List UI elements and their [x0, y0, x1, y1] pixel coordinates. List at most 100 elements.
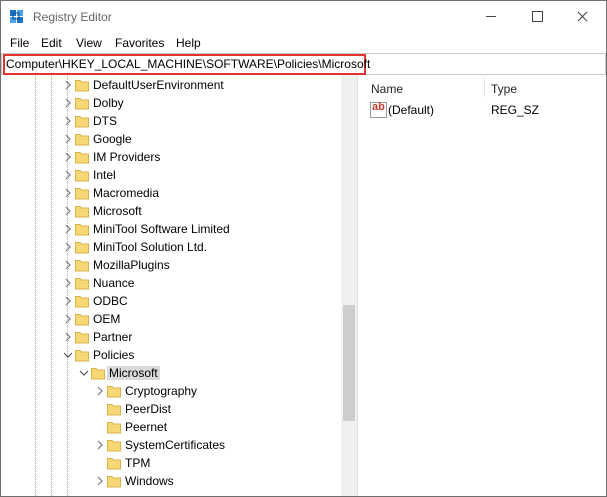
tree-item[interactable]: OEM: [1, 310, 341, 328]
tree-item[interactable]: Dolby: [1, 94, 341, 112]
open-folder-icon: [91, 366, 105, 380]
tree-item-label: DefaultUserEnvironment: [93, 78, 224, 92]
tree-item[interactable]: MozillaPlugins: [1, 256, 341, 274]
chevron-right-icon[interactable]: [63, 277, 73, 289]
tree-item[interactable]: Macromedia: [1, 184, 341, 202]
folder-icon: [75, 312, 89, 326]
chevron-right-icon[interactable]: [63, 115, 73, 127]
tree-item[interactable]: PeerDist: [1, 400, 341, 418]
tree-item[interactable]: IM Providers: [1, 148, 341, 166]
tree-item-label: MiniTool Solution Ltd.: [93, 240, 208, 254]
folder-icon: [75, 204, 89, 218]
tree-item[interactable]: Microsoft: [1, 364, 341, 382]
values-pane: Name Type ab (Default) REG_SZ: [363, 75, 606, 496]
tree-item-label: Macromedia: [93, 186, 160, 200]
minimize-button[interactable]: [468, 1, 514, 32]
tree-item[interactable]: DTS: [1, 112, 341, 130]
chevron-right-icon[interactable]: [63, 295, 73, 307]
chevron-right-icon[interactable]: [63, 331, 73, 343]
value-row[interactable]: ab (Default) REG_SZ: [363, 101, 606, 119]
chevron-right-icon[interactable]: [63, 133, 73, 145]
folder-icon: [75, 258, 89, 272]
tree-item-label: Microsoft: [107, 366, 160, 380]
maximize-button[interactable]: [514, 1, 560, 32]
registry-editor-app-icon: [10, 10, 25, 25]
tree-item[interactable]: MiniTool Solution Ltd.: [1, 238, 341, 256]
chevron-right-icon[interactable]: [63, 187, 73, 199]
tree-item[interactable]: Peernet: [1, 418, 341, 436]
tree-item[interactable]: Nuance: [1, 274, 341, 292]
menu-view[interactable]: View: [76, 36, 102, 50]
folder-icon: [75, 78, 89, 92]
tree-item-label: MiniTool Software Limited: [93, 222, 230, 236]
chevron-right-icon[interactable]: [63, 259, 73, 271]
folder-icon: [75, 186, 89, 200]
chevron-right-icon[interactable]: [63, 223, 73, 235]
folder-icon: [75, 276, 89, 290]
tree-item[interactable]: Windows: [1, 472, 341, 490]
menu-file[interactable]: File: [10, 36, 29, 50]
value-type: REG_SZ: [491, 103, 540, 117]
folder-icon: [75, 330, 89, 344]
scrollbar-thumb[interactable]: [343, 305, 355, 421]
folder-icon: [107, 384, 121, 398]
tree-item-label: Nuance: [93, 276, 135, 290]
string-value-icon: ab: [370, 101, 387, 118]
tree-item[interactable]: Cryptography: [1, 382, 341, 400]
address-path[interactable]: Computer\HKEY_LOCAL_MACHINE\SOFTWARE\Pol…: [6, 57, 370, 71]
chevron-right-icon[interactable]: [63, 169, 73, 181]
column-header-type-label: Type: [491, 82, 518, 96]
tree-item[interactable]: SystemCertificates: [1, 436, 341, 454]
tree-item-label: Windows: [125, 474, 174, 488]
folder-icon: [75, 222, 89, 236]
tree-item[interactable]: Intel: [1, 166, 341, 184]
tree-item[interactable]: DefaultUserEnvironment: [1, 76, 341, 94]
folder-icon: [75, 132, 89, 146]
tree-item-label: ODBC: [93, 294, 128, 308]
tree-item-label: Peernet: [125, 420, 168, 434]
tree-item-label: Policies: [93, 348, 135, 362]
chevron-right-icon[interactable]: [63, 205, 73, 217]
chevron-right-icon[interactable]: [95, 385, 105, 397]
chevron-right-icon[interactable]: [63, 97, 73, 109]
folder-icon: [107, 420, 121, 434]
column-header-name[interactable]: Name: [363, 75, 483, 99]
menu-favorites[interactable]: Favorites: [115, 36, 164, 50]
tree-item[interactable]: Microsoft: [1, 202, 341, 220]
folder-icon: [75, 168, 89, 182]
folder-icon: [75, 114, 89, 128]
chevron-right-icon[interactable]: [63, 241, 73, 253]
registry-editor-window: Registry Editor File Edit View Favorites…: [0, 0, 607, 497]
tree-item-label: Microsoft: [93, 204, 142, 218]
tree-item[interactable]: Policies: [1, 346, 341, 364]
column-header-type[interactable]: Type: [483, 75, 606, 99]
tree-item-label: SystemCertificates: [125, 438, 226, 452]
chevron-right-icon[interactable]: [95, 475, 105, 487]
tree-item[interactable]: Google: [1, 130, 341, 148]
tree-item-label: TPM: [125, 456, 151, 470]
tree-item[interactable]: ODBC: [1, 292, 341, 310]
address-bar[interactable]: Computer\HKEY_LOCAL_MACHINE\SOFTWARE\Pol…: [1, 53, 606, 75]
title-bar: Registry Editor: [1, 1, 606, 32]
menu-help[interactable]: Help: [176, 36, 201, 50]
chevron-right-icon[interactable]: [63, 313, 73, 325]
tree-item-label: IM Providers: [93, 150, 161, 164]
tree-item[interactable]: TPM: [1, 454, 341, 472]
chevron-down-icon[interactable]: [63, 349, 73, 361]
folder-icon: [107, 402, 121, 416]
chevron-down-icon[interactable]: [79, 367, 89, 379]
close-button[interactable]: [560, 1, 606, 32]
folder-icon: [107, 438, 121, 452]
menu-edit[interactable]: Edit: [41, 36, 62, 50]
value-name: (Default): [388, 103, 435, 117]
tree-item-label: Dolby: [93, 96, 124, 110]
tree-item[interactable]: Partner: [1, 328, 341, 346]
chevron-right-icon[interactable]: [95, 439, 105, 451]
tree-item[interactable]: MiniTool Software Limited: [1, 220, 341, 238]
tree-item-label: DTS: [93, 114, 117, 128]
chevron-right-icon[interactable]: [63, 151, 73, 163]
chevron-right-icon[interactable]: [63, 79, 73, 91]
tree-item-label: OEM: [93, 312, 121, 326]
tree-vertical-scrollbar[interactable]: [341, 75, 357, 496]
folder-icon: [107, 474, 121, 488]
